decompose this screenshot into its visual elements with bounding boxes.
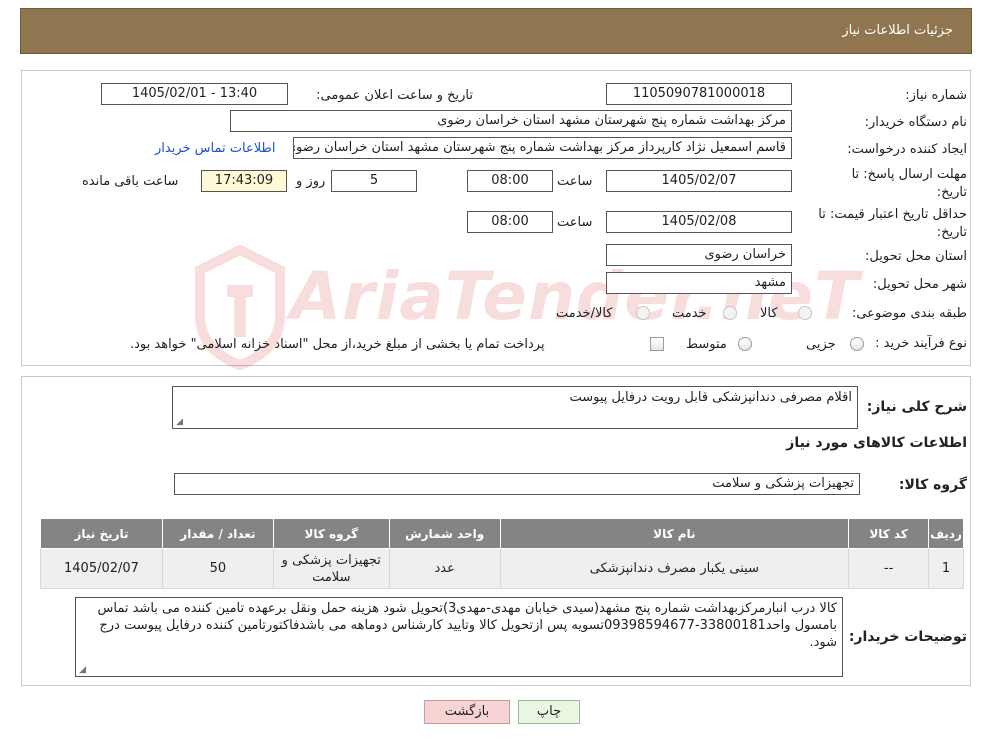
process-radio-minor[interactable] bbox=[850, 337, 864, 351]
city-label: شهر محل تحویل: bbox=[872, 277, 967, 292]
reply-time-field[interactable]: 08:00 bbox=[467, 170, 553, 192]
payment-note: پرداخت تمام یا بخشی از مبلغ خرید،از محل … bbox=[130, 337, 545, 352]
category-option-service-label: خدمت bbox=[672, 306, 707, 321]
col-header-goods-code: کد کالا bbox=[848, 518, 930, 549]
buyer-notes-textarea[interactable]: کالا درب انبارمرکزبهداشت شماره پنج مشهد(… bbox=[75, 597, 843, 677]
reply-time-label: ساعت bbox=[557, 174, 593, 189]
col-header-goods-group: گروه کالا bbox=[272, 518, 390, 549]
print-button[interactable]: چاپ bbox=[518, 700, 580, 724]
col-header-goods-name: نام کالا bbox=[499, 518, 850, 549]
buyer-org-field[interactable]: مرکز بهداشت شماره پنج شهرستان مشهد استان… bbox=[230, 110, 792, 132]
table-row[interactable]: 1 -- سینی یکبار مصرف دندانپزشکی عدد تجهی… bbox=[40, 548, 964, 589]
cell-goods-name: سینی یکبار مصرف دندانپزشکی bbox=[499, 548, 850, 589]
col-header-need-date: تاریخ نیاز bbox=[40, 518, 163, 549]
buyer-notes-text: کالا درب انبارمرکزبهداشت شماره پنج مشهد(… bbox=[97, 601, 837, 650]
resize-grip-icon[interactable]: ◢ bbox=[175, 418, 183, 427]
goods-info-title: اطلاعات کالاهای مورد نیاز bbox=[786, 435, 967, 451]
cell-need-date: 1405/02/07 bbox=[40, 548, 163, 589]
process-option-minor-label: جزیی bbox=[806, 337, 836, 352]
col-header-unit: واحد شمارش bbox=[388, 518, 501, 549]
price-validity-time-field[interactable]: 08:00 bbox=[467, 211, 553, 233]
goods-group-field[interactable]: تجهیزات پزشکی و سلامت bbox=[174, 473, 860, 495]
announce-date-label: تاریخ و ساعت اعلان عمومی: bbox=[316, 88, 473, 103]
remaining-time-field[interactable]: 17:43:09 bbox=[201, 170, 287, 192]
city-field[interactable]: مشهد bbox=[606, 272, 792, 294]
need-number-field[interactable]: 1105090781000018 bbox=[606, 83, 792, 105]
announce-date-field[interactable]: 1405/02/01 - 13:40 bbox=[101, 83, 288, 105]
category-option-both-label: کالا/خدمت bbox=[556, 306, 613, 321]
cell-row-number: 1 bbox=[928, 548, 964, 589]
resize-grip-icon[interactable]: ◢ bbox=[78, 666, 86, 675]
goods-table: ردیف کد کالا نام کالا واحد شمارش گروه کا… bbox=[40, 518, 964, 589]
category-radio-both[interactable] bbox=[636, 306, 650, 320]
category-option-goods-label: کالا bbox=[760, 306, 778, 321]
description-label: شرح کلی نیاز: bbox=[866, 399, 967, 415]
goods-group-label: گروه کالا: bbox=[898, 477, 967, 493]
cell-quantity: 50 bbox=[161, 548, 274, 589]
col-header-quantity: تعداد / مقدار bbox=[161, 518, 274, 549]
reply-deadline-label: مهلت ارسال پاسخ: تا تاریخ: bbox=[851, 167, 967, 200]
price-validity-label: حداقل تاریخ اعتبار قیمت: تا تاریخ: bbox=[818, 207, 967, 240]
description-textarea[interactable]: اقلام مصرفی دندانپزشکی قابل رویت درفایل … bbox=[172, 386, 858, 429]
process-option-medium-label: متوسط bbox=[686, 337, 727, 352]
col-header-row-number: ردیف bbox=[928, 518, 964, 549]
table-header-row: ردیف کد کالا نام کالا واحد شمارش گروه کا… bbox=[40, 518, 964, 549]
province-label: استان محل تحویل: bbox=[865, 249, 967, 264]
days-remaining-field[interactable]: 5 bbox=[331, 170, 417, 192]
creator-label: ایجاد کننده درخواست: bbox=[847, 142, 967, 157]
category-label: طبقه بندی موضوعی: bbox=[851, 306, 967, 321]
payment-checkbox[interactable] bbox=[650, 337, 664, 351]
province-field[interactable]: خراسان رضوی bbox=[606, 244, 792, 266]
page-header: جزئیات اطلاعات نیاز bbox=[20, 8, 972, 54]
description-text: اقلام مصرفی دندانپزشکی قابل رویت درفایل … bbox=[569, 390, 852, 405]
reply-date-field[interactable]: 1405/02/07 bbox=[606, 170, 792, 192]
creator-field[interactable]: قاسم اسمعیل نژاد کارپرداز مرکز بهداشت شم… bbox=[293, 137, 792, 159]
process-radio-medium[interactable] bbox=[738, 337, 752, 351]
need-number-label: شماره نیاز: bbox=[905, 88, 967, 103]
price-validity-time-label: ساعت bbox=[557, 215, 593, 230]
buyer-org-label: نام دستگاه خریدار: bbox=[864, 115, 967, 130]
cell-goods-group: تجهیزات پزشکی و سلامت bbox=[272, 548, 390, 589]
cell-unit: عدد bbox=[388, 548, 501, 589]
process-type-label: نوع فرآیند خرید : bbox=[875, 336, 967, 351]
back-button[interactable]: بازگشت bbox=[424, 700, 510, 724]
buyer-contact-link[interactable]: اطلاعات تماس خریدار bbox=[155, 141, 275, 156]
category-radio-goods[interactable] bbox=[798, 306, 812, 320]
cell-goods-code: -- bbox=[848, 548, 930, 589]
page-title: جزئیات اطلاعات نیاز bbox=[842, 23, 953, 38]
category-radio-service[interactable] bbox=[723, 306, 737, 320]
days-label: روز و bbox=[296, 174, 326, 189]
remaining-time-label: ساعت باقی مانده bbox=[82, 174, 179, 189]
buyer-notes-label: توضیحات خریدار: bbox=[848, 629, 967, 645]
price-validity-date-field[interactable]: 1405/02/08 bbox=[606, 211, 792, 233]
